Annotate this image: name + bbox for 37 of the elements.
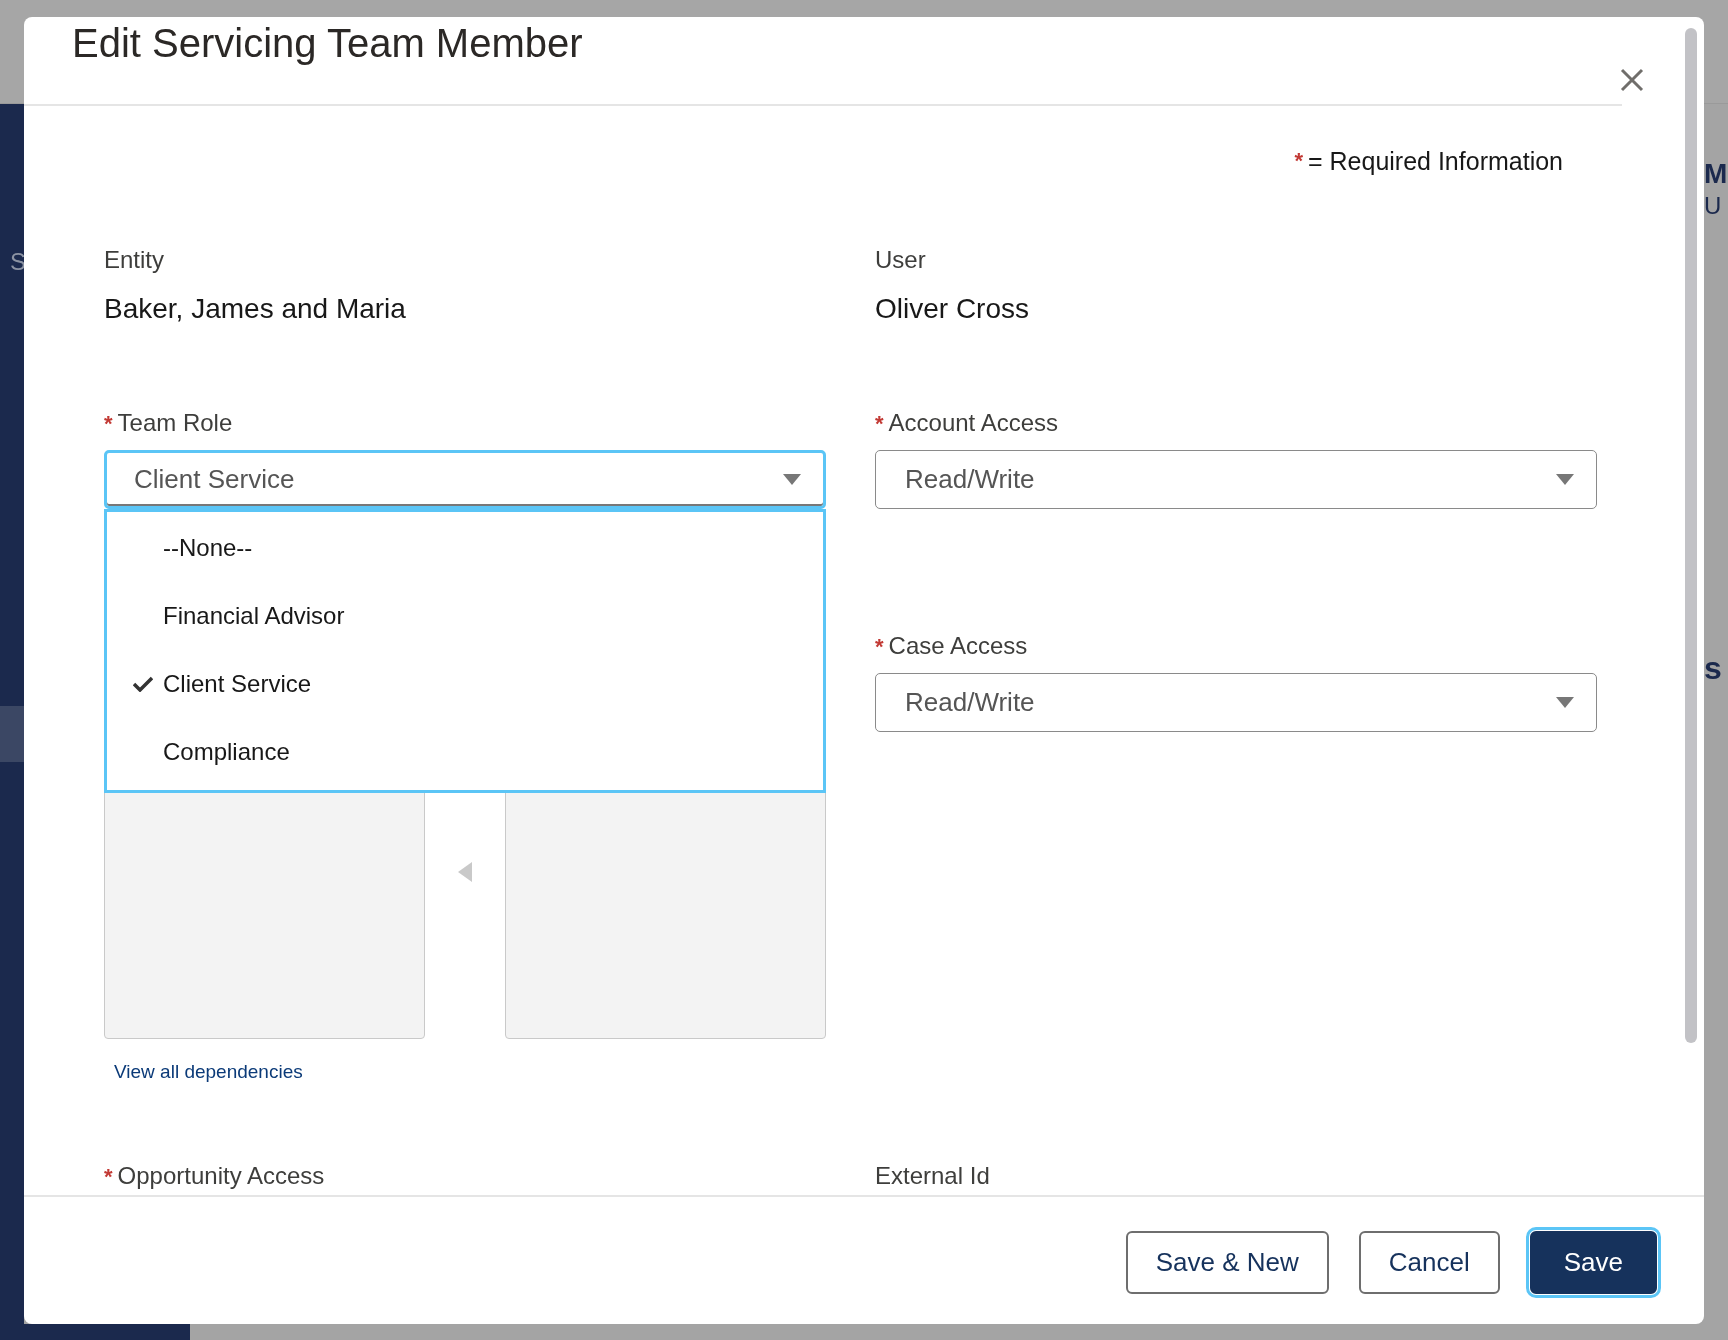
field-label: User xyxy=(875,245,926,275)
field-label: Entity xyxy=(104,245,165,275)
field-label: Account Access xyxy=(888,408,1058,438)
required-mark: * xyxy=(104,410,113,438)
required-mark: * xyxy=(104,1163,113,1191)
field-value: Oliver Cross xyxy=(875,293,1030,325)
sidebar-highlight xyxy=(0,706,24,762)
field-label: Opportunity Access xyxy=(117,1161,325,1191)
dropdown-option[interactable]: Compliance xyxy=(107,718,823,786)
dropdown-option[interactable]: --None-- xyxy=(107,514,823,582)
picklist[interactable]: Read/Write xyxy=(875,673,1597,732)
required-mark: * xyxy=(875,410,884,438)
background-text: s xyxy=(1704,650,1722,686)
field-label: External Id xyxy=(875,1161,990,1191)
field-label: Case Access xyxy=(888,631,1028,661)
dropdown-caret-icon xyxy=(1556,697,1574,708)
cancel-button[interactable]: Cancel xyxy=(1358,1231,1500,1294)
picklist[interactable]: Client Service xyxy=(104,450,826,509)
move-left-icon[interactable] xyxy=(458,861,472,882)
dropdown-option[interactable]: Financial Advisor xyxy=(107,582,823,650)
modal-title: Edit Servicing Team Member xyxy=(72,21,583,65)
dropdown-option[interactable]: Client Service xyxy=(107,650,823,718)
save-and-new-button[interactable]: Save & New xyxy=(1125,1231,1329,1294)
close-icon[interactable] xyxy=(1620,68,1644,92)
field-value: Baker, James and Maria xyxy=(104,293,407,325)
required-info-text: = Required Information xyxy=(1308,147,1563,175)
dependencies-link[interactable]: View all dependencies xyxy=(114,1061,303,1083)
picklist[interactable]: Read/Write xyxy=(875,450,1597,509)
background-text: U xyxy=(1704,192,1722,220)
field-label: Team Role xyxy=(117,408,233,438)
dropdown-caret-icon xyxy=(1556,474,1574,485)
background-text: M xyxy=(1704,157,1728,191)
required-mark: * xyxy=(875,633,884,661)
scrollbar[interactable] xyxy=(1685,28,1697,1043)
dropdown-caret-icon xyxy=(783,474,801,485)
required-mark: * xyxy=(1294,147,1303,175)
background-text: S xyxy=(10,248,26,276)
